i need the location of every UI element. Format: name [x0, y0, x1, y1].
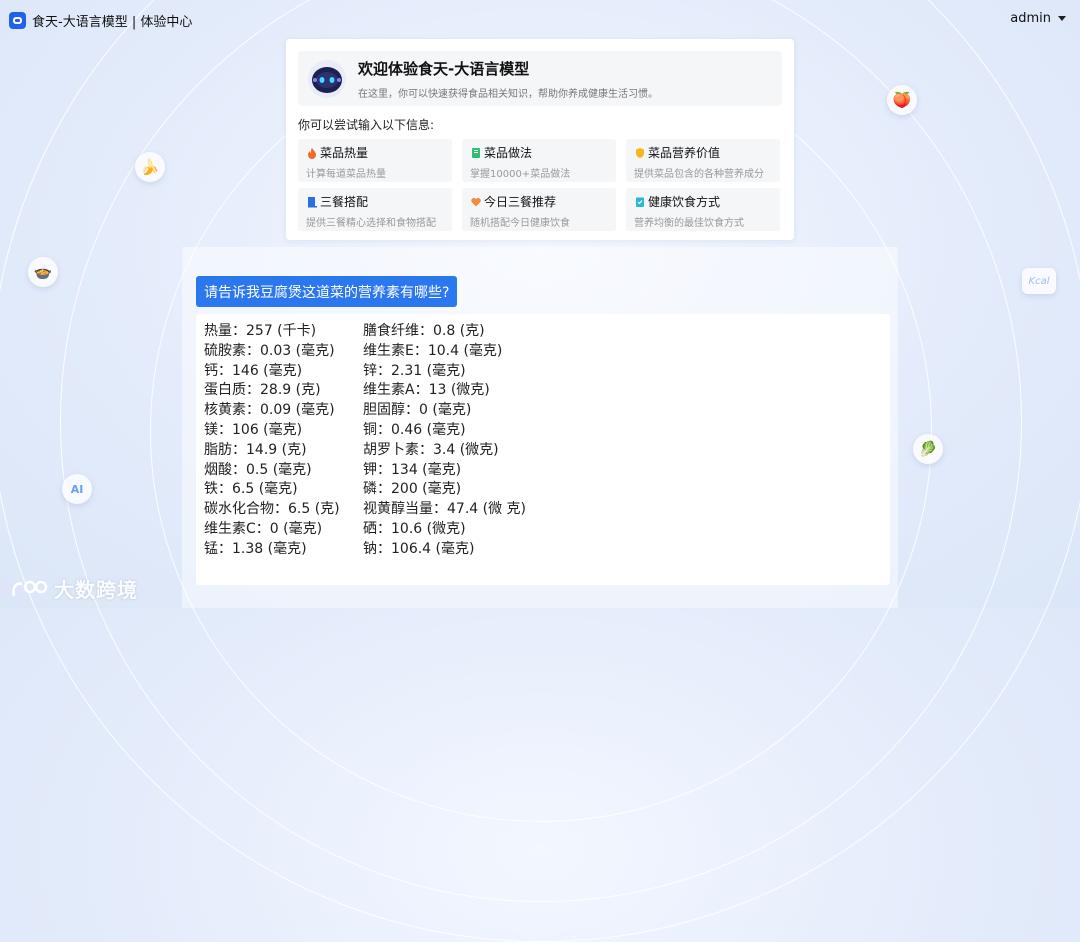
feature-desc: 提供三餐精心选择和食物搭配	[306, 218, 436, 229]
feature-calories[interactable]: 菜品热量 计算每道菜品热量	[298, 139, 452, 182]
ai-badge-icon: AI	[62, 474, 92, 504]
welcome-title: 欢迎体验食天-大语言模型	[358, 59, 530, 78]
feature-desc: 提供菜品包含的各种营养成分	[634, 169, 764, 180]
nutrient-item: 核黄素：0.09 (毫克)	[204, 402, 335, 419]
feature-nutrition[interactable]: 菜品营养价值 提供菜品包含的各种营养成分	[626, 139, 780, 182]
assistant-answer-bubble: 热量：257 (千卡) 硫胺素：0.03 (毫克) 钙：146 (毫克) 蛋白质…	[196, 314, 890, 585]
nutrient-item: 镁：106 (毫克)	[204, 421, 303, 438]
nutrient-item: 钙：146 (毫克)	[204, 362, 303, 379]
caret-down-icon	[1058, 16, 1066, 21]
robot-avatar-icon	[308, 59, 346, 98]
vegetable-icon: 🥬	[913, 434, 943, 464]
food-plate-icon: 🍲	[28, 257, 58, 287]
user-menu[interactable]: admin	[1010, 11, 1066, 26]
feature-title: 菜品营养价值	[648, 146, 721, 160]
ai-badge-label: AI	[70, 482, 84, 496]
feature-title: 今日三餐推荐	[484, 195, 557, 209]
clipboard-icon	[636, 197, 644, 207]
recipe-book-icon	[472, 147, 480, 158]
heart-icon	[471, 197, 481, 206]
nutrient-item: 胆固醇：0 (毫克)	[363, 402, 472, 419]
feature-desc: 掌握10000+菜品做法	[470, 169, 571, 180]
shield-icon	[636, 147, 644, 158]
banana-icon: 🍌	[135, 152, 165, 182]
nutrient-item: 铁：6.5 (毫克)	[204, 481, 298, 498]
nutrient-item: 膳食纤维：0.8 (克)	[363, 323, 485, 339]
welcome-banner: 欢迎体验食天-大语言模型 在这里，你可以快速获得食品相关知识，帮助你养成健康生活…	[298, 51, 782, 106]
nutrient-item: 蛋白质：28.9 (克)	[204, 382, 321, 399]
peach-icon: 🍑	[887, 85, 917, 115]
feature-healthy-diet[interactable]: 健康饮食方式 营养均衡的最佳饮食方式	[626, 188, 780, 231]
nutrient-item: 热量：257 (千卡)	[204, 323, 317, 339]
answer-column-right: 膳食纤维：0.8 (克) 维生素E：10.4 (毫克) 锌：2.31 (毫克) …	[363, 322, 526, 577]
nutrient-item: 维生素A：13 (微克)	[363, 382, 490, 399]
fire-icon	[308, 147, 316, 159]
app-title-text: 食天-大语言模型 | 体验中心	[32, 15, 193, 30]
welcome-card: 欢迎体验食天-大语言模型 在这里，你可以快速获得食品相关知识，帮助你养成健康生活…	[286, 39, 794, 240]
feature-title: 健康饮食方式	[648, 195, 721, 209]
feature-desc: 营养均衡的最佳饮食方式	[634, 218, 744, 229]
feature-desc: 计算每道菜品热量	[306, 169, 386, 180]
app-logo-icon	[9, 12, 26, 29]
nutrient-item: 钾：134 (毫克)	[363, 461, 462, 478]
feature-grid: 菜品热量 计算每道菜品热量 菜品做法 掌握10000+菜品做法 菜品营养价值 提…	[298, 139, 782, 231]
nutrient-item: 硫胺素：0.03 (毫克)	[204, 342, 335, 359]
feature-title: 菜品热量	[320, 146, 369, 160]
feature-meal-plan[interactable]: 三餐搭配 提供三餐精心选择和食物搭配	[298, 188, 452, 231]
nutrient-item: 视黄醇当量：47.4 (微 克)	[363, 501, 526, 518]
nutrient-item: 碳水化合物：6.5 (克)	[204, 501, 340, 518]
nutrient-item: 脂肪：14.9 (克)	[204, 441, 307, 458]
watermark: 大数跨境	[10, 574, 138, 603]
answer-column-left: 热量：257 (千卡) 硫胺素：0.03 (毫克) 钙：146 (毫克) 蛋白质…	[204, 322, 363, 577]
kcal-label: Kcal	[1028, 275, 1050, 287]
nutrient-item: 硒：10.6 (微克)	[363, 520, 466, 537]
welcome-subtitle: 在这里，你可以快速获得食品相关知识，帮助你养成健康生活习惯。	[358, 88, 658, 100]
kcal-badge-icon: Kcal	[1022, 268, 1056, 294]
try-label: 你可以尝试输入以下信息:	[298, 118, 435, 132]
nutrient-item: 铜：0.46 (毫克)	[363, 421, 466, 438]
app-header-title: 食天-大语言模型 | 体验中心	[9, 11, 192, 30]
nutrient-item: 钠：106.4 (毫克)	[363, 540, 475, 557]
nutrient-item: 磷：200 (毫克)	[363, 481, 462, 498]
meal-book-icon	[308, 196, 317, 207]
feature-daily-recommend[interactable]: 今日三餐推荐 随机搭配今日健康饮食	[462, 188, 616, 231]
nutrient-item: 锌：2.31 (毫克)	[363, 362, 466, 379]
nutrient-item: 维生素C：0 (毫克)	[204, 520, 323, 537]
watermark-logo-icon	[12, 580, 48, 596]
nutrient-item: 胡罗卜素：3.4 (微克)	[363, 441, 499, 458]
feature-recipe[interactable]: 菜品做法 掌握10000+菜品做法	[462, 139, 616, 182]
nutrient-item: 维生素E：10.4 (毫克)	[363, 342, 503, 359]
nutrient-item: 锰：1.38 (毫克)	[204, 540, 307, 557]
nutrient-item: 烟酸：0.5 (毫克)	[204, 461, 312, 478]
feature-title: 菜品做法	[484, 146, 533, 160]
user-question-bubble: 请告诉我豆腐煲这道菜的营养素有哪些?	[196, 276, 458, 307]
feature-title: 三餐搭配	[320, 195, 369, 209]
watermark-text: 大数跨境	[54, 578, 138, 602]
feature-desc: 随机搭配今日健康饮食	[470, 218, 570, 229]
username: admin	[1010, 11, 1051, 26]
